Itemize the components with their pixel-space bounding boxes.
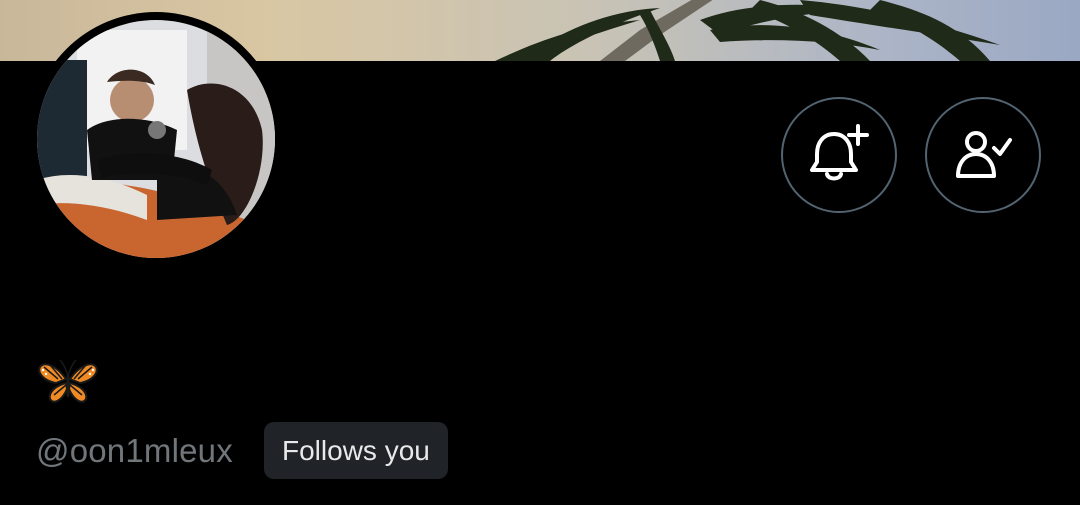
bell-plus-icon bbox=[810, 124, 869, 181]
following-button[interactable] bbox=[925, 97, 1041, 213]
person-check-icon bbox=[956, 131, 1012, 178]
avatar[interactable] bbox=[37, 20, 275, 258]
butterfly-icon bbox=[38, 357, 98, 407]
profile-handle: @oon1mleux bbox=[36, 432, 233, 469]
follows-you-badge: Follows you bbox=[264, 422, 448, 479]
notify-button[interactable] bbox=[781, 97, 897, 213]
profile-photo bbox=[37, 20, 275, 258]
